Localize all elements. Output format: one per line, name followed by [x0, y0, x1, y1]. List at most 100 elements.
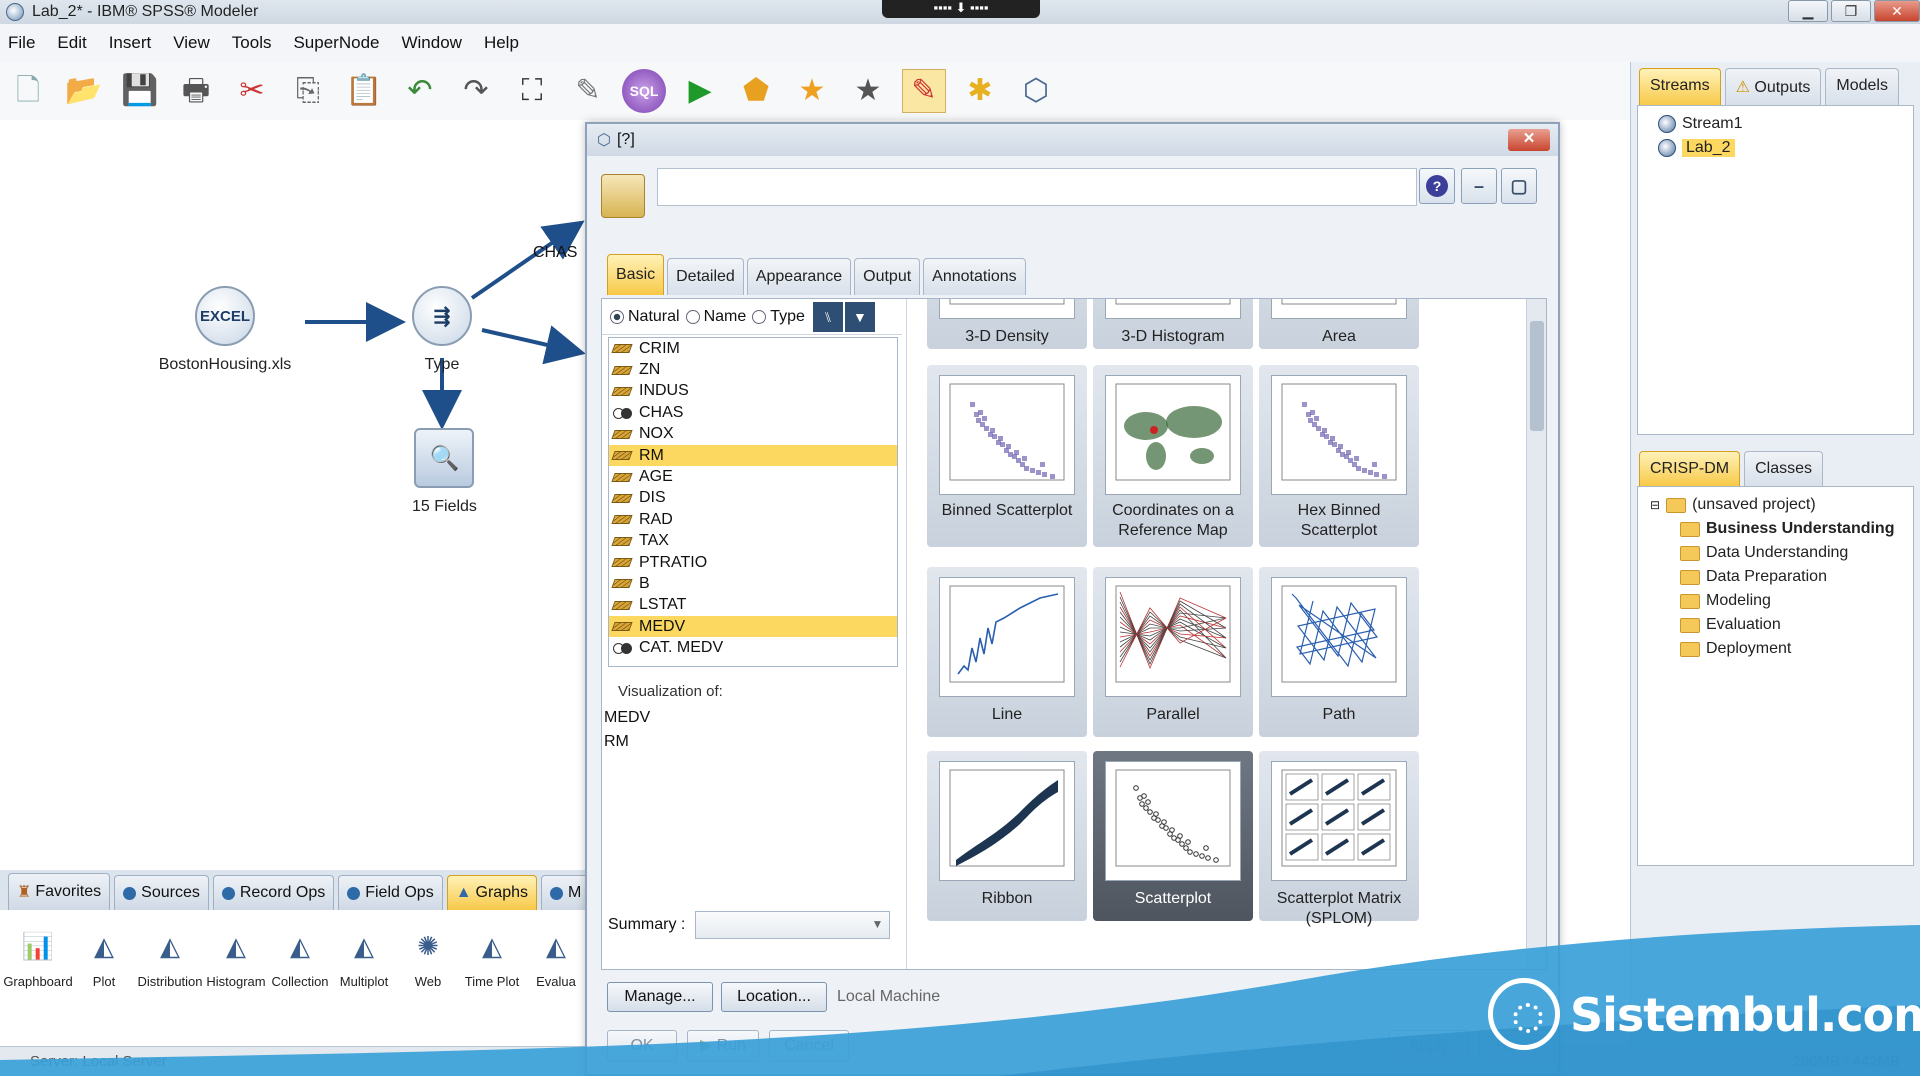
maximize-dialog-button[interactable]: ▢ [1501, 168, 1537, 204]
field-item[interactable]: INDUS [609, 381, 897, 402]
open-icon[interactable]: 📂 [62, 69, 106, 113]
graph-type-card[interactable]: Coordinates on a Reference Map [1093, 365, 1253, 547]
source-node[interactable]: EXCEL BostonHousing.xls [159, 286, 291, 374]
project-item-evaluation[interactable]: Evaluation [1650, 613, 1913, 637]
tab-favorites[interactable]: ♜ Favorites [8, 873, 111, 910]
copy-icon[interactable]: ⎘ [286, 69, 330, 113]
save-icon[interactable]: 💾 [118, 69, 162, 113]
sort-type-radio[interactable]: Type [752, 308, 805, 326]
restore-button[interactable]: ❐ [1831, 0, 1871, 22]
stream-item-stream1[interactable]: Stream1 [1658, 112, 1913, 136]
apply-button[interactable]: Apply [1389, 1030, 1469, 1062]
field-item[interactable]: RAD [609, 509, 897, 530]
graph-type-card[interactable]: Scatterplot [1093, 751, 1253, 921]
project-item-business[interactable]: Business Understanding [1650, 517, 1913, 541]
tab-graphs[interactable]: ▲ Graphs [446, 875, 537, 910]
tab-modeling[interactable]: M [541, 875, 591, 910]
tab-detailed[interactable]: Detailed [667, 258, 744, 295]
print-icon[interactable]: 🖶 [174, 69, 218, 113]
field-item[interactable]: CAT. MEDV [609, 637, 897, 658]
project-item-deployment[interactable]: Deployment [1650, 637, 1913, 661]
palette-web[interactable]: ✺ Web [398, 924, 458, 1014]
tab-outputs[interactable]: ⚠ Outputs [1724, 68, 1822, 105]
menu-supernode[interactable]: SuperNode [293, 33, 379, 53]
tab-sources[interactable]: Sources [114, 875, 209, 910]
sort-dropdown-button[interactable]: ▼ [844, 301, 875, 332]
find-icon[interactable]: ⛶ [510, 69, 554, 113]
menu-tools[interactable]: Tools [232, 33, 272, 53]
palette-multiplot[interactable]: ◭ Multiplot [334, 924, 394, 1014]
sort-natural-radio[interactable]: Natural [610, 308, 680, 326]
menu-edit[interactable]: Edit [57, 33, 86, 53]
field-item[interactable]: PTRATIO [609, 552, 897, 573]
field-item[interactable]: MEDV [609, 616, 897, 638]
project-item-modeling[interactable]: Modeling [1650, 589, 1913, 613]
graph-type-card[interactable]: Path [1259, 567, 1419, 737]
menu-view[interactable]: View [173, 33, 210, 53]
palette-distribution[interactable]: ◭ Distribution [137, 924, 202, 1014]
location-button[interactable]: Location... [721, 982, 827, 1012]
minimize-dialog-button[interactable]: – [1461, 168, 1497, 204]
field-item[interactable]: CRIM [609, 338, 897, 359]
tab-field-ops[interactable]: Field Ops [338, 875, 443, 910]
tab-classes[interactable]: Classes [1744, 451, 1824, 486]
field-item[interactable]: RM [609, 444, 897, 467]
undo-icon[interactable]: ↶ [398, 69, 442, 113]
palette-plot[interactable]: ◭ Plot [74, 924, 134, 1014]
field-item[interactable]: ZN [609, 359, 897, 380]
stream-item-lab2[interactable]: Lab_2 [1658, 136, 1913, 160]
tab-models[interactable]: Models [1825, 68, 1899, 105]
tab-appearance[interactable]: Appearance [746, 258, 852, 295]
palette-evaluation[interactable]: ◭ Evalua [526, 924, 586, 1014]
sql-icon[interactable]: SQL [622, 69, 666, 113]
scrollbar-thumb[interactable] [1530, 321, 1544, 431]
field-item[interactable]: CHAS [609, 402, 897, 423]
graph-type-card[interactable]: Binned Scatterplot [927, 365, 1087, 547]
graph-type-card[interactable]: Area [1259, 299, 1419, 349]
minimize-button[interactable]: ▁ [1788, 0, 1828, 22]
manage-button[interactable]: Manage... [607, 982, 713, 1012]
summary-dropdown[interactable] [695, 911, 891, 939]
palette-collection[interactable]: ◭ Collection [270, 924, 330, 1014]
comment-icon[interactable]: ✱ [958, 69, 1002, 113]
table-node[interactable]: 🔍 15 Fields [412, 428, 477, 516]
tab-record-ops[interactable]: Record Ops [212, 875, 335, 910]
edit-icon[interactable]: ✎ [566, 69, 610, 113]
collapse-icon[interactable]: ⊟ [1650, 498, 1660, 512]
help-button[interactable]: ? [1419, 168, 1455, 204]
annotate-icon[interactable]: ✎ [902, 69, 946, 113]
run-button[interactable]: ▶ Run [687, 1030, 759, 1062]
graph-type-card[interactable]: Scatterplot Matrix (SPLOM) [1259, 751, 1419, 927]
menu-help[interactable]: Help [484, 33, 519, 53]
cut-icon[interactable]: ✂ [230, 69, 274, 113]
tab-output[interactable]: Output [854, 258, 921, 295]
palette-time-plot[interactable]: ◭ Time Plot [462, 924, 522, 1014]
gallery-scrollbar[interactable] [1526, 299, 1546, 969]
tab-annotations[interactable]: Annotations [923, 258, 1026, 295]
graph-type-card[interactable]: Parallel [1093, 567, 1253, 737]
field-item[interactable]: LSTAT [609, 595, 897, 616]
field-item[interactable]: AGE [609, 466, 897, 487]
menu-window[interactable]: Window [401, 33, 461, 53]
type-node[interactable]: ⇶ Type [412, 286, 472, 374]
tab-streams[interactable]: Streams [1639, 68, 1721, 105]
run-icon[interactable]: ▶ [678, 69, 722, 113]
redo-icon[interactable]: ↷ [454, 69, 498, 113]
field-list[interactable]: CRIM ZN INDUS CHAS NOX RM AGE DIS RAD TAX PTRATIO B… [608, 337, 898, 667]
graph-type-card[interactable]: Hex Binned Scatterplot [1259, 365, 1419, 547]
project-root[interactable]: ⊟ (unsaved project) [1650, 493, 1913, 517]
run-selection-icon[interactable]: ⬟ [734, 69, 778, 113]
node-name-field[interactable] [657, 168, 1417, 206]
new-stream-icon[interactable]: 🗋 [6, 69, 50, 113]
cancel-button[interactable]: Cancel [769, 1030, 849, 1062]
sort-order-button[interactable]: ⑊ [812, 301, 843, 332]
menu-file[interactable]: File [8, 33, 35, 53]
supernode-icon[interactable]: ⬡ [1014, 69, 1058, 113]
graph-type-card[interactable]: Ribbon [927, 751, 1087, 921]
menu-insert[interactable]: Insert [109, 33, 152, 53]
star-icon[interactable]: ★ [846, 69, 890, 113]
ok-button[interactable]: OK [607, 1030, 677, 1062]
favorite-icon[interactable]: ★ [790, 69, 834, 113]
project-item-data-understanding[interactable]: Data Understanding [1650, 541, 1913, 565]
close-window-button[interactable]: ✕ [1874, 0, 1920, 22]
